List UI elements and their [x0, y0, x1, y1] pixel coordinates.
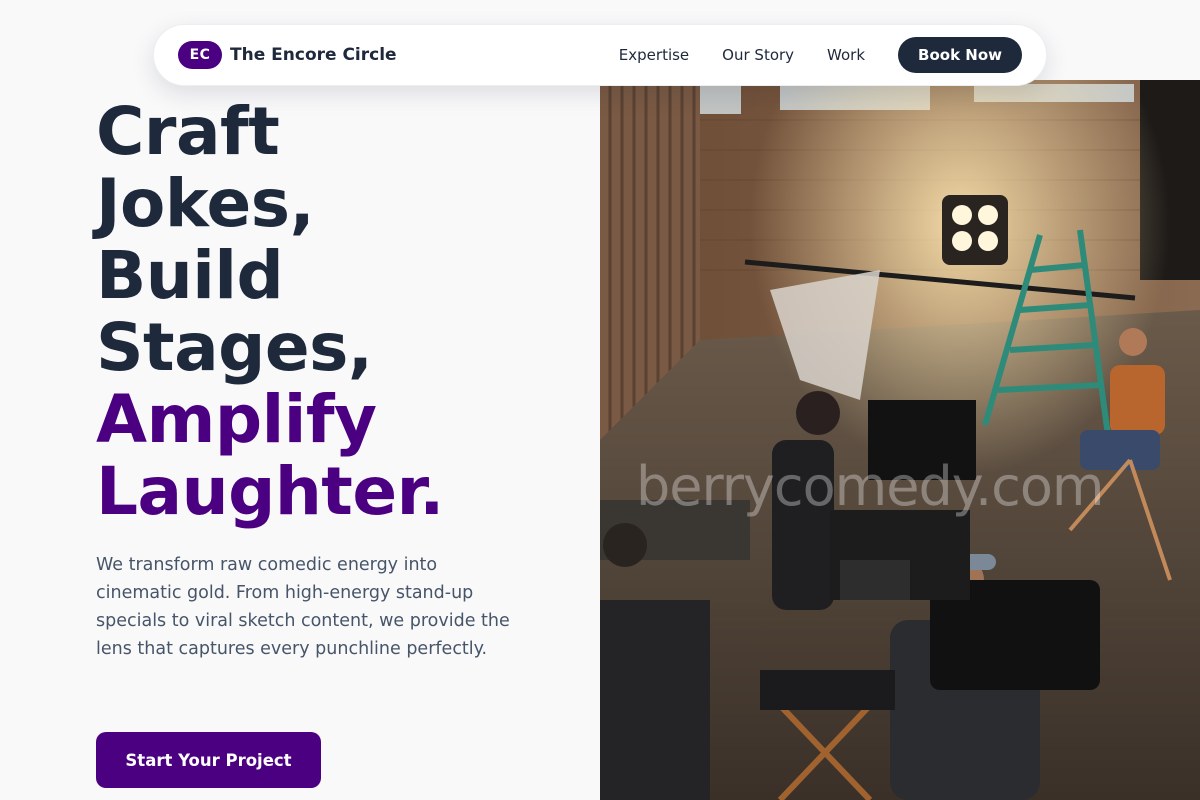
nav-link-our-story[interactable]: Our Story: [722, 46, 794, 64]
headline-accent-line: Laughter.: [96, 453, 444, 530]
image-watermark: berrycomedy.com: [636, 455, 1104, 518]
brand-logo[interactable]: EC The Encore Circle: [178, 41, 397, 69]
book-now-button[interactable]: Book Now: [898, 37, 1022, 73]
hero-image: berrycomedy.com: [600, 80, 1200, 800]
nav-links: Expertise Our Story Work Book Now: [619, 37, 1022, 73]
headline-line: Jokes,: [96, 165, 315, 242]
headline-line: Build: [96, 237, 284, 314]
hero-headline: Craft Jokes, Build Stages, Amplify Laugh…: [96, 96, 596, 528]
headline-accent-line: Amplify: [96, 381, 377, 458]
top-navbar: EC The Encore Circle Expertise Our Story…: [153, 24, 1047, 86]
brand-name: The Encore Circle: [230, 45, 397, 65]
headline-line: Stages,: [96, 309, 373, 386]
logo-badge: EC: [178, 41, 222, 69]
headline-line: Craft: [96, 93, 280, 170]
hero-description: We transform raw comedic energy into cin…: [96, 555, 510, 659]
start-project-button[interactable]: Start Your Project: [96, 732, 321, 788]
nav-link-expertise[interactable]: Expertise: [619, 46, 689, 64]
nav-link-work[interactable]: Work: [827, 46, 865, 64]
